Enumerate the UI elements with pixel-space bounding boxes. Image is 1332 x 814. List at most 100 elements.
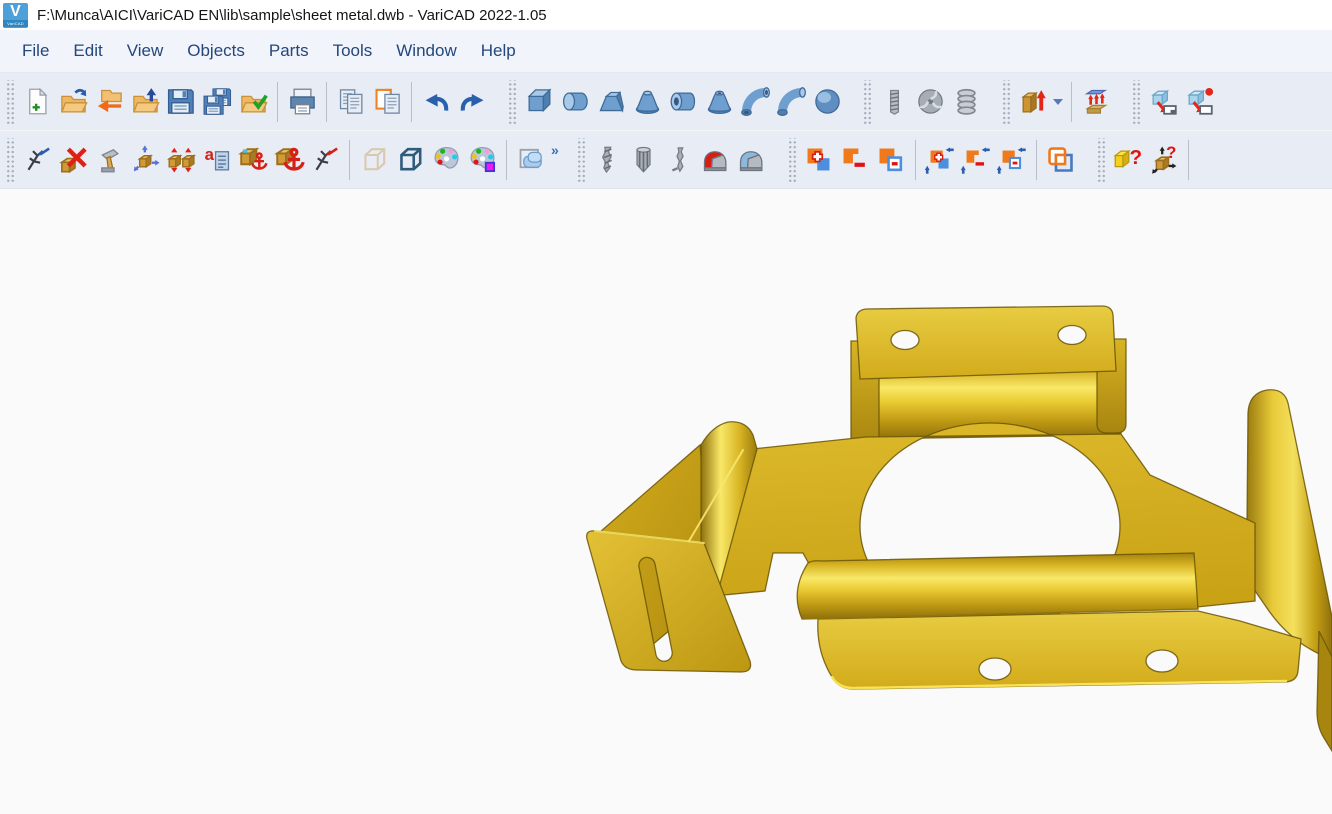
toolbar-grip-handle[interactable] <box>862 80 871 124</box>
toolbar-overflow[interactable]: » <box>549 142 559 158</box>
bottom-bend <box>797 553 1198 619</box>
paste-icon <box>372 86 403 117</box>
solid-measure-button[interactable]: ? <box>1146 137 1182 183</box>
bool-union-icon <box>803 144 834 175</box>
solid-info-button[interactable]: ? <box>1110 137 1146 183</box>
rotary-part-button[interactable] <box>912 79 948 125</box>
open-checked-folder-icon <box>238 86 269 117</box>
title-bar: V VariCAD F:\Munca\AICI\VariCAD EN\lib\s… <box>0 0 1332 30</box>
remove-from-tree-button[interactable] <box>307 137 343 183</box>
menu-item-edit[interactable]: Edit <box>61 35 114 67</box>
extrude-dropdown-caret[interactable] <box>1051 79 1065 125</box>
copy-overlap-button[interactable] <box>1043 137 1079 183</box>
viewport-3d[interactable] <box>0 189 1332 814</box>
shaded-view-button[interactable] <box>513 137 549 183</box>
extrude-group <box>998 79 1114 125</box>
threaded-part-button[interactable] <box>876 79 912 125</box>
svg-text:?: ? <box>1166 144 1176 162</box>
solid-box-button[interactable] <box>521 79 557 125</box>
delete-solid-button[interactable] <box>55 137 91 183</box>
lift-solid-button[interactable] <box>1078 79 1114 125</box>
insert-solid-button[interactable] <box>235 137 271 183</box>
solid-elbow-button[interactable] <box>773 79 809 125</box>
menu-item-help[interactable]: Help <box>469 35 528 67</box>
undo-button[interactable] <box>418 79 454 125</box>
toolbar-grip-handle[interactable] <box>5 138 14 182</box>
intersect-keep-icon <box>996 144 1027 175</box>
blue-solid-button[interactable] <box>734 137 770 183</box>
export-view-group <box>1128 79 1217 125</box>
wireframe-light-button[interactable] <box>356 137 392 183</box>
menu-item-view[interactable]: View <box>115 35 176 67</box>
move-solid-button[interactable] <box>127 137 163 183</box>
open-file-button[interactable] <box>55 79 91 125</box>
print-button[interactable] <box>284 79 320 125</box>
solid-cylinder-button[interactable] <box>557 79 593 125</box>
toolbar-separator <box>326 82 327 122</box>
save-button[interactable] <box>163 79 199 125</box>
selection-tree-button[interactable] <box>19 137 55 183</box>
toolbar-grip-handle[interactable] <box>507 80 516 124</box>
menu-item-window[interactable]: Window <box>384 35 468 67</box>
toolbar-grip-handle[interactable] <box>787 138 796 182</box>
paste-button[interactable] <box>369 79 405 125</box>
copy-button[interactable] <box>333 79 369 125</box>
boolean-intersect-keep-button[interactable] <box>994 137 1030 183</box>
boolean-group <box>784 137 1079 183</box>
toolbar-grip-handle[interactable] <box>576 138 585 182</box>
toolbar-grip-handle[interactable] <box>1001 80 1010 124</box>
toolbar-grip-handle[interactable] <box>1096 138 1105 182</box>
solid-pipe-elbow-button[interactable] <box>737 79 773 125</box>
open-folder-icon <box>58 86 89 117</box>
toolbar-separator <box>506 140 507 180</box>
spring-icon <box>951 86 982 117</box>
boolean-union-keep-button[interactable] <box>922 137 958 183</box>
save-multiple-icon <box>202 86 233 117</box>
palette-icon <box>431 144 462 175</box>
palette-assign-icon <box>467 144 498 175</box>
save-all-button[interactable] <box>199 79 235 125</box>
toolbar-grip-handle[interactable] <box>1131 80 1140 124</box>
extrude-button[interactable] <box>1015 79 1051 125</box>
assign-color-button[interactable] <box>464 137 500 183</box>
red-rounded-box-icon <box>700 144 731 175</box>
boolean-intersect-button[interactable] <box>873 137 909 183</box>
boolean-union-button[interactable] <box>801 137 837 183</box>
menu-item-tools[interactable]: Tools <box>321 35 385 67</box>
primitives-group <box>504 79 845 125</box>
menu-item-parts[interactable]: Parts <box>257 35 321 67</box>
close-revert-button[interactable] <box>91 79 127 125</box>
anchor-solid-button[interactable] <box>271 137 307 183</box>
wireframe-dark-button[interactable] <box>392 137 428 183</box>
solid-cone-button[interactable] <box>629 79 665 125</box>
solid-hollow-cone-button[interactable] <box>701 79 737 125</box>
toolbar-grip-handle[interactable] <box>5 80 14 124</box>
edit-solid-button[interactable] <box>91 137 127 183</box>
open-recent-button[interactable] <box>127 79 163 125</box>
export-3d-to-2d-update-button[interactable] <box>1181 79 1217 125</box>
solid-attributes-button[interactable]: a <box>199 137 235 183</box>
solid-tube-button[interactable] <box>665 79 701 125</box>
countersink-tool-button[interactable] <box>662 137 698 183</box>
copy-icon <box>336 86 367 117</box>
blue-rounded-box-icon <box>736 144 767 175</box>
export-3d-to-2d-button[interactable] <box>1145 79 1181 125</box>
sheet-metal-part[interactable] <box>0 189 1332 814</box>
open-verified-button[interactable] <box>235 79 271 125</box>
machining-group <box>573 137 770 183</box>
redo-button[interactable] <box>454 79 490 125</box>
new-drawing-button[interactable] <box>19 79 55 125</box>
solid-prism-button[interactable] <box>593 79 629 125</box>
boolean-subtract-button[interactable] <box>837 137 873 183</box>
extrude-icon <box>1018 86 1049 117</box>
color-palette-button[interactable] <box>428 137 464 183</box>
drill-tool-button[interactable] <box>590 137 626 183</box>
swap-solids-button[interactable] <box>163 137 199 183</box>
menu-item-file[interactable]: File <box>10 35 61 67</box>
boolean-subtract-keep-button[interactable] <box>958 137 994 183</box>
solid-sphere-button[interactable] <box>809 79 845 125</box>
menu-item-objects[interactable]: Objects <box>175 35 257 67</box>
mill-tool-button[interactable] <box>626 137 662 183</box>
spring-button[interactable] <box>948 79 984 125</box>
red-solid-button[interactable] <box>698 137 734 183</box>
